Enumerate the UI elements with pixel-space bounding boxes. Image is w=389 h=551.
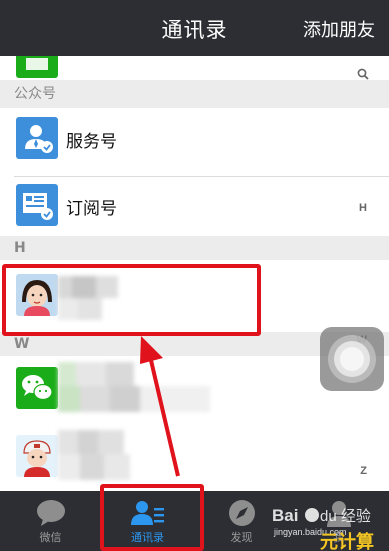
- contact-avatar: [16, 435, 58, 477]
- tab-chats[interactable]: 微信: [2, 491, 99, 551]
- subscription-accounts-label: 订阅号: [66, 199, 117, 219]
- list-item-partial[interactable]: [0, 56, 389, 78]
- service-accounts-label: 服务号: [66, 132, 117, 152]
- highlight-box-contacts-tab: [100, 484, 204, 551]
- list-item-contact-w2[interactable]: [0, 424, 389, 490]
- index-letter-z[interactable]: Z: [360, 465, 367, 477]
- section-header-h: H: [0, 236, 389, 260]
- green-contact-icon: [16, 56, 58, 78]
- blurred-contact-name: [58, 430, 148, 482]
- baidu-watermark: Bai du 经验 jingyan.baidu.com 元计算: [268, 497, 389, 551]
- list-item-service-accounts[interactable]: 服务号: [0, 108, 389, 168]
- highlight-box-contact: [2, 264, 261, 336]
- service-account-icon: [16, 117, 58, 159]
- navigation-bar: 通讯录 添加朋友: [0, 0, 389, 56]
- assistive-touch-button[interactable]: [320, 327, 384, 391]
- tab-chats-label: 微信: [39, 531, 62, 544]
- section-header-official-accounts: 公众号: [0, 80, 389, 108]
- blurred-contact-name: [58, 362, 238, 414]
- svg-text:du 经验: du 经验: [320, 508, 371, 525]
- add-friend-button[interactable]: 添加朋友: [303, 16, 375, 42]
- wechat-logo-avatar: [16, 367, 58, 409]
- index-letter-h[interactable]: H: [359, 202, 367, 214]
- svg-text:元计算: 元计算: [320, 531, 374, 551]
- svg-text:Bai: Bai: [272, 506, 298, 525]
- chat-bubble-icon: [2, 499, 99, 527]
- list-item-subscription-accounts[interactable]: 订阅号: [0, 177, 389, 235]
- subscription-account-icon: [16, 184, 58, 226]
